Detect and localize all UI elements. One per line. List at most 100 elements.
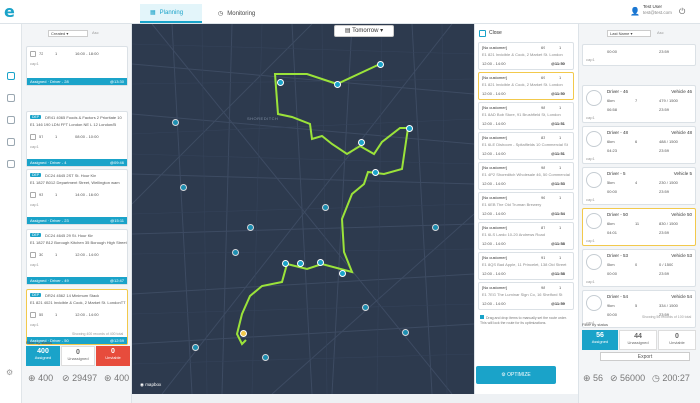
- order-address: DR24 4562 14 Minimum Stack: [45, 293, 100, 298]
- order-card[interactable]: 72 1 16:00 - 18:00 cap1 Assigned · Driver - …: [26, 46, 128, 86]
- order-pin[interactable]: [262, 354, 269, 361]
- app-logo[interactable]: e: [4, 4, 18, 20]
- driver-status-assigned[interactable]: 56 Assigned: [582, 330, 618, 350]
- order-checkbox[interactable]: [30, 134, 36, 140]
- route-stop-card[interactable]: [No customer] 96 1 E1 6EB The Old Truman Br…: [478, 192, 574, 220]
- order-pin[interactable]: [402, 329, 409, 336]
- settings-icon[interactable]: ⚙: [6, 368, 13, 377]
- route-stop-pin[interactable]: [334, 81, 341, 88]
- driver-cap-tag: cap1: [586, 279, 595, 284]
- warehouse-icon[interactable]: [6, 160, 15, 168]
- order-pin[interactable]: [180, 184, 187, 191]
- close-icon[interactable]: [479, 30, 486, 37]
- tab-monitoring[interactable]: ◷ Monitoring: [208, 4, 274, 23]
- user-icon[interactable]: 👤: [630, 7, 640, 16]
- route-stop-pin[interactable]: [339, 270, 346, 277]
- route-stop-card[interactable]: [No customer] 98 1 E1 8AD Bob Store, 91 Bru…: [478, 102, 574, 130]
- route-stop-card[interactable]: [No customer] 98 1 E1 7EG The Luminar Sign …: [478, 282, 574, 310]
- right-sort-select[interactable]: Last Name ▾: [607, 30, 651, 37]
- vehicles-icon[interactable]: [6, 138, 15, 146]
- route-stop-card[interactable]: [No customer] 98 1 E1 4P2 Shoreditch Wholes…: [478, 162, 574, 190]
- order-pin[interactable]: [362, 304, 369, 311]
- stop-qty: 98: [541, 165, 546, 170]
- left-sort-select[interactable]: Created ▾: [48, 30, 88, 37]
- order-assignment-bar: Assigned · Driver - 28 @13:30: [27, 78, 127, 85]
- driver-start-time: 06:58: [607, 107, 618, 112]
- drivers-icon[interactable]: [6, 116, 15, 124]
- route-stop-card[interactable]: [No customer] 69 1 E1 821 Invicible & Cook,…: [478, 72, 574, 100]
- route-stop-pin[interactable]: [358, 139, 365, 146]
- driver-distance: 6km: [607, 221, 615, 226]
- order-qty: 55: [39, 312, 44, 317]
- order-card[interactable]: DEP DR41 4065 Foods & Factors 2 Prioritat…: [26, 111, 128, 167]
- date-selector[interactable]: ▤ Tomorrow ▾: [334, 25, 394, 37]
- driver-card[interactable]: Driver - 48 Vehicle 48 6km 6 488 / 1500 04:23…: [582, 126, 696, 164]
- route-stop-pin[interactable]: [377, 61, 384, 68]
- order-pin[interactable]: [172, 119, 179, 126]
- vehicle-name: Vehicle 53: [671, 253, 692, 258]
- orders-icon[interactable]: [6, 72, 15, 80]
- route-stop-card[interactable]: [No customer] 91 1 E1 8QS Bad Apple, 11 Pri…: [478, 252, 574, 280]
- route-stop-pin[interactable]: [406, 125, 413, 132]
- order-status: Assigned: [30, 218, 47, 223]
- driver-card[interactable]: Driver - 5 Vehicle 5 5km 4 230 / 1500 00:00 23…: [582, 167, 696, 205]
- stop-eta: @11:50: [551, 61, 565, 66]
- lock-checkbox[interactable]: [480, 315, 484, 319]
- driver-distance: 9km: [607, 303, 615, 308]
- status-unassigned[interactable]: 0 Unassigned: [61, 346, 95, 366]
- order-card[interactable]: DEP DC24 4645 2ST St. Hour Kin E1 1827 B01…: [26, 169, 128, 225]
- route-stop-card[interactable]: [No customer] 69 1 E1 821 Invicible & Cook,…: [478, 42, 574, 70]
- route-stop-card[interactable]: [No customer] 83 1 E1 6LE Dishoom - Spitalf…: [478, 132, 574, 160]
- order-pin[interactable]: [192, 344, 199, 351]
- driver-card[interactable]: Driver - 53 Vehicle 53 0km 0 0 / 1500 00:00 23…: [582, 249, 696, 287]
- driver-status-unviable[interactable]: 0 Unviable: [658, 330, 696, 350]
- order-card[interactable]: DEP DC24 4645 29 St. Hour Kin E1 1827 B12 …: [26, 229, 128, 285]
- order-driver: Driver - 28: [50, 79, 69, 84]
- order-checkbox[interactable]: [30, 192, 36, 198]
- order-card[interactable]: DEP DR24 4562 14 Minimum Stack E1 821 4021…: [26, 289, 128, 345]
- driver-card[interactable]: Driver - 46 Vehicle 46 6km 7 479 / 1500 06:58…: [582, 85, 696, 123]
- stop-address: E1 8QS Bad Apple, 11 Princelet, 138 Old …: [482, 262, 567, 267]
- driver-capacity: 479 / 1500: [659, 98, 678, 103]
- order-pin[interactable]: [322, 204, 329, 211]
- order-pin[interactable]: [432, 224, 439, 231]
- map-canvas[interactable]: [132, 24, 474, 394]
- right-order-select[interactable]: Asc: [657, 30, 664, 35]
- order-qty: 30: [39, 252, 44, 257]
- status-unviable[interactable]: 0 Unviable: [96, 346, 130, 366]
- close-label[interactable]: Close: [489, 30, 502, 36]
- left-order-select[interactable]: Asc: [92, 30, 99, 35]
- order-pin[interactable]: [232, 249, 239, 256]
- driver-stops: 5: [635, 303, 638, 308]
- route-stop-pin[interactable]: [317, 259, 324, 266]
- export-button[interactable]: Export: [600, 352, 690, 361]
- driver-card[interactable]: 00:00 23:59 cap1: [582, 44, 696, 66]
- route-stop-pin[interactable]: [372, 169, 379, 176]
- route-stop-pin[interactable]: [277, 79, 284, 86]
- order-checkbox[interactable]: [30, 51, 36, 57]
- optimize-button[interactable]: ⚙ OPTIMIZE: [476, 366, 556, 384]
- order-items: 1: [55, 312, 58, 317]
- user-info[interactable]: Test User test@test.com: [643, 4, 672, 16]
- planning-icon: ▦: [150, 10, 156, 16]
- depot-icon[interactable]: [6, 94, 15, 102]
- order-pin[interactable]: [247, 224, 254, 231]
- order-checkbox[interactable]: [30, 252, 36, 258]
- status-assigned[interactable]: 400 Assigned: [26, 346, 60, 366]
- stop-customer: [No customer]: [482, 225, 507, 230]
- stop-qty: 98: [541, 285, 546, 290]
- driver-card[interactable]: Driver - 50 Vehicle 50 6km 11 830 / 1500 04:0…: [582, 208, 696, 246]
- driver-start-time: 00:00: [607, 271, 618, 276]
- route-stop-pin[interactable]: [297, 260, 304, 267]
- route-stop-pin[interactable]: [282, 260, 289, 267]
- stop-qty: 69: [541, 45, 546, 50]
- mapbox-logo[interactable]: ◉ mapbox: [140, 382, 161, 388]
- order-checkbox[interactable]: [30, 312, 36, 318]
- route-stop-card[interactable]: [No customer] 87 1 E1 6LS Lardo 10-20 Andre…: [478, 222, 574, 250]
- route-stop-pin[interactable]: [240, 330, 247, 337]
- driver-status-unassigned[interactable]: 44 Unassigned: [619, 330, 657, 350]
- vehicle-name: Vehicle 54: [671, 294, 692, 299]
- tab-planning[interactable]: ▦ Planning: [140, 4, 202, 23]
- route-map[interactable]: SHOREDITCH ◉ mapbox: [132, 24, 474, 394]
- power-icon[interactable]: ⏻: [679, 7, 685, 17]
